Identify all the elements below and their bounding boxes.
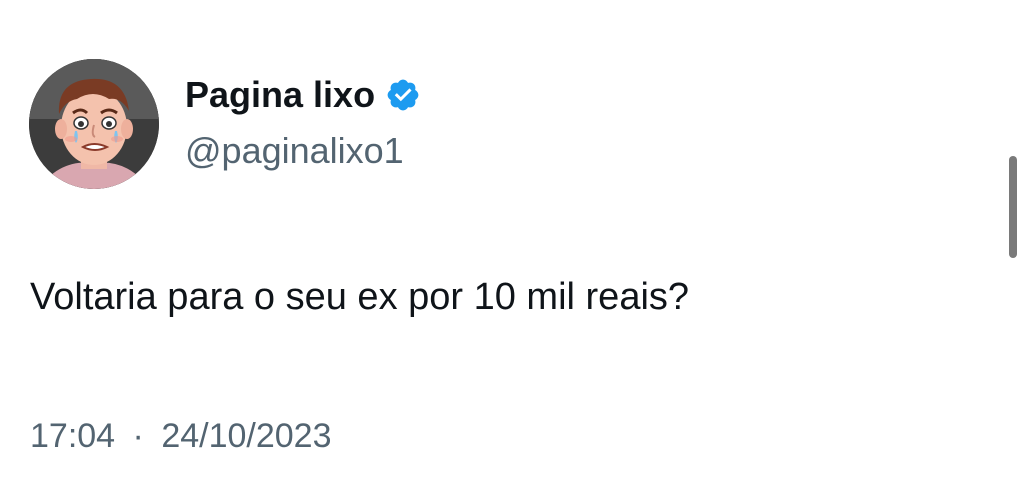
author-name-row[interactable]: Pagina lixo [185, 74, 421, 116]
user-handle[interactable]: @paginalixo1 [185, 130, 404, 172]
tweet-time[interactable]: 17:04 [30, 417, 115, 455]
display-name[interactable]: Pagina lixo [185, 74, 375, 116]
avatar[interactable] [29, 59, 159, 189]
cartoon-face-avatar-icon [29, 59, 159, 189]
tweet-card: Pagina lixo @paginalixo1 Voltaria para o… [0, 0, 1024, 481]
scrollbar[interactable] [1009, 156, 1017, 258]
verified-badge-icon [387, 79, 419, 111]
tweet-date[interactable]: 24/10/2023 [161, 417, 331, 455]
tweet-text: Voltaria para o seu ex por 10 mil reais? [30, 276, 690, 318]
tweet-timestamp[interactable]: 17:04 · 24/10/2023 [30, 417, 332, 456]
timestamp-separator: · [132, 417, 144, 455]
